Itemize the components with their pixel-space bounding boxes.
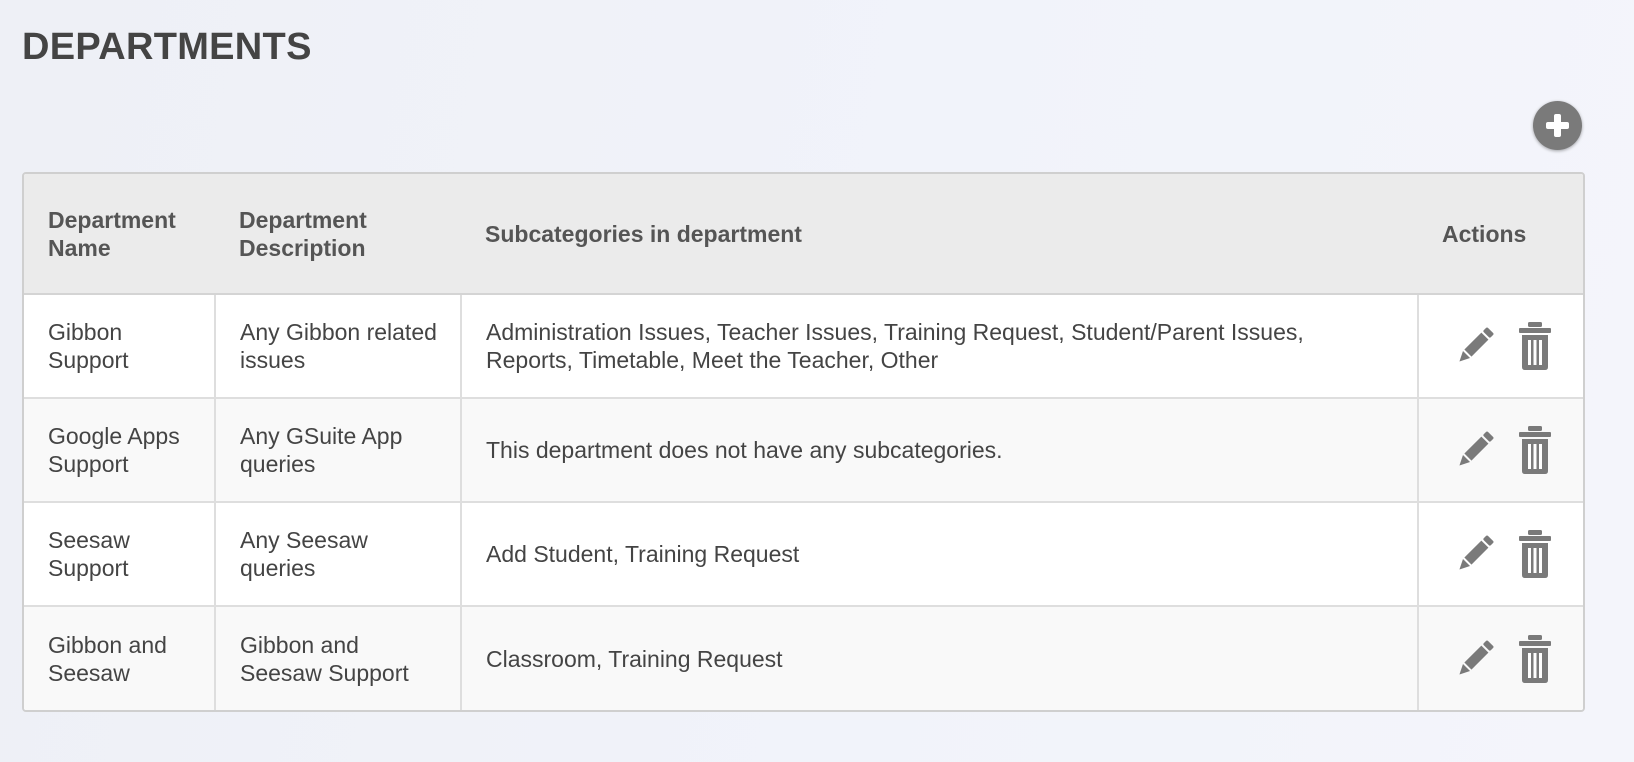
trash-icon[interactable] bbox=[1517, 425, 1553, 475]
actions-cell bbox=[1418, 398, 1583, 503]
column-header-subcategories[interactable]: Subcategories in department bbox=[461, 174, 1418, 295]
departments-table: Department Name Department Description S… bbox=[22, 172, 1585, 712]
table-row: Seesaw Support Any Seesaw queries Add St… bbox=[24, 502, 1583, 607]
trash-icon[interactable] bbox=[1517, 321, 1553, 371]
department-description-cell: Any GSuite App queries bbox=[215, 398, 462, 503]
actions-cell bbox=[1418, 294, 1583, 399]
column-header-name[interactable]: Department Name bbox=[24, 174, 215, 295]
department-description-cell: Any Gibbon related issues bbox=[215, 294, 462, 399]
table-row: Google Apps Support Any GSuite App queri… bbox=[24, 398, 1583, 503]
trash-icon[interactable] bbox=[1517, 529, 1553, 579]
actions-cell bbox=[1418, 502, 1583, 607]
page-title: DEPARTMENTS bbox=[22, 26, 312, 68]
subcategories-cell: Administration Issues, Teacher Issues, T… bbox=[461, 294, 1419, 399]
department-name-cell: Google Apps Support bbox=[24, 398, 216, 503]
trash-icon[interactable] bbox=[1517, 634, 1553, 684]
pencil-icon[interactable] bbox=[1451, 530, 1499, 578]
pencil-icon[interactable] bbox=[1451, 322, 1499, 370]
subcategories-cell: Add Student, Training Request bbox=[461, 502, 1419, 607]
department-description-cell: Gibbon and Seesaw Support bbox=[215, 606, 462, 710]
subcategories-cell: Classroom, Training Request bbox=[461, 606, 1419, 710]
column-header-description[interactable]: Department Description bbox=[215, 174, 461, 295]
table-header-row: Department Name Department Description S… bbox=[24, 174, 1583, 295]
actions-cell bbox=[1418, 606, 1583, 710]
pencil-icon[interactable] bbox=[1451, 426, 1499, 474]
add-department-button[interactable] bbox=[1533, 101, 1582, 150]
department-description-cell: Any Seesaw queries bbox=[215, 502, 462, 607]
table-row: Gibbon Support Any Gibbon related issues… bbox=[24, 294, 1583, 399]
subcategories-cell: This department does not have any subcat… bbox=[461, 398, 1419, 503]
department-name-cell: Gibbon and Seesaw bbox=[24, 606, 216, 710]
department-name-cell: Gibbon Support bbox=[24, 294, 216, 399]
department-name-cell: Seesaw Support bbox=[24, 502, 216, 607]
pencil-icon[interactable] bbox=[1451, 635, 1499, 683]
table-row: Gibbon and Seesaw Gibbon and Seesaw Supp… bbox=[24, 606, 1583, 710]
column-header-actions: Actions bbox=[1418, 174, 1583, 295]
departments-page: DEPARTMENTS Department Name Department D… bbox=[0, 0, 1634, 762]
